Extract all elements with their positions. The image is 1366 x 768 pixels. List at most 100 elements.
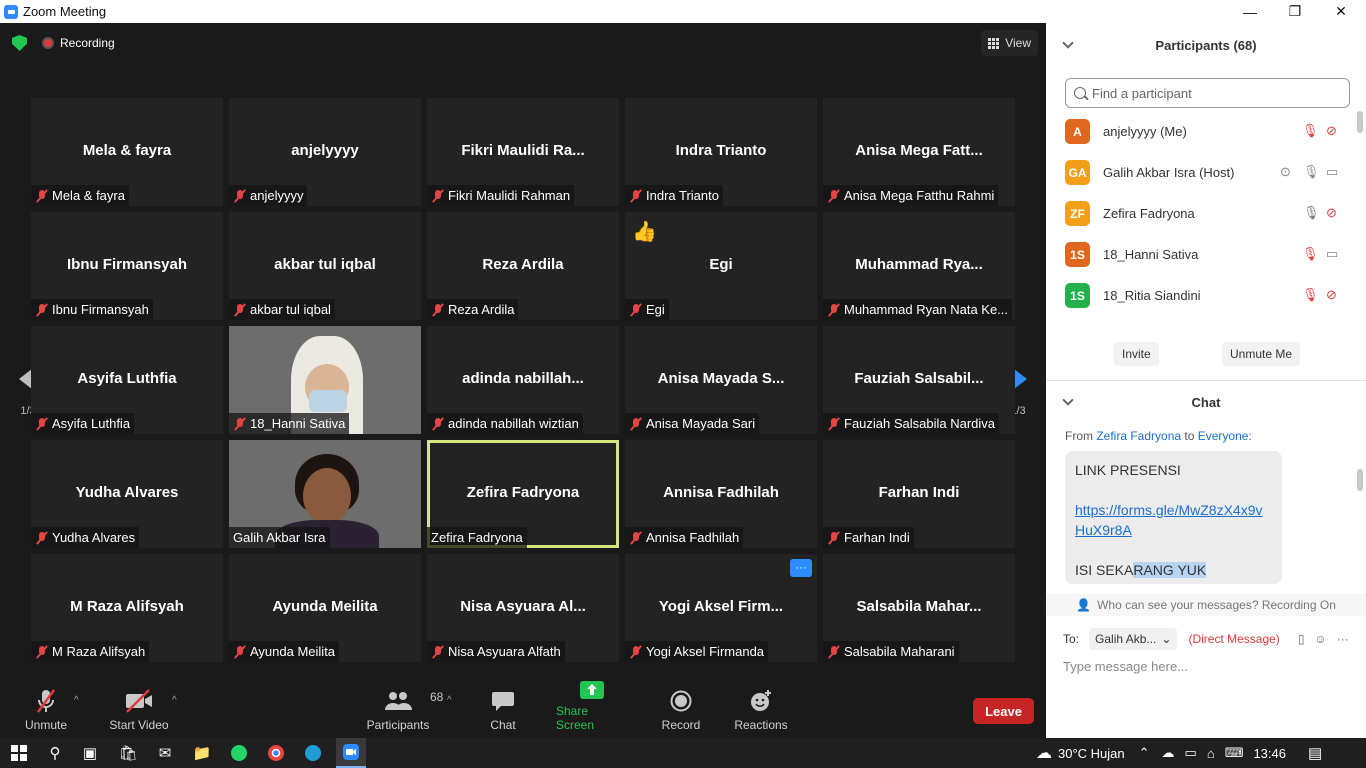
- unmute-me-button[interactable]: Unmute Me: [1222, 342, 1301, 366]
- file-icon[interactable]: ▯: [1298, 632, 1305, 646]
- file-explorer-icon[interactable]: 📁: [192, 743, 212, 763]
- participant-tile[interactable]: Mela & fayra Mela & fayra: [31, 98, 223, 206]
- participant-tile[interactable]: adinda nabillah... adinda nabillah wiztia…: [427, 326, 619, 434]
- title-bar: Zoom Meeting — ❐ ✕: [0, 0, 1366, 23]
- collapse-chevron-icon[interactable]: [1062, 37, 1074, 49]
- participant-tile[interactable]: Fauziah Salsabil... Fauziah Salsabila Nar…: [823, 326, 1015, 434]
- participant-row[interactable]: A anjelyyyy (Me) 🎙 ⊘: [1046, 111, 1356, 152]
- video-options-caret[interactable]: ^: [172, 695, 177, 706]
- participant-row[interactable]: GA Galih Akbar Isra (Host) ⊙ 🎙 ▭: [1046, 152, 1356, 193]
- weather-text[interactable]: 30°C Hujan: [1058, 746, 1125, 761]
- tile-label: Mela & fayra: [31, 185, 129, 206]
- participant-tile[interactable]: ··· Yogi Aksel Firm... Yogi Aksel Firmanda: [625, 554, 817, 662]
- encryption-shield-icon[interactable]: [12, 35, 27, 51]
- tile-name: Fauziah Salsabil...: [854, 370, 984, 387]
- recipient-select[interactable]: Galih Akb... ⌄: [1089, 628, 1178, 650]
- tile-label-text: anjelyyyy: [250, 188, 304, 203]
- whatsapp-icon[interactable]: [229, 743, 249, 763]
- more-options-button[interactable]: ···: [790, 559, 812, 577]
- participant-row[interactable]: 1S 18_Hanni Sativa 🎙 ▭: [1046, 234, 1356, 275]
- participant-video-tile[interactable]: Galih Akbar Isra: [229, 440, 421, 548]
- tile-label: Ayunda Meilita: [229, 641, 340, 662]
- search-icon[interactable]: ⚲: [45, 743, 65, 763]
- chevron-up-icon[interactable]: ⌃: [1139, 745, 1150, 761]
- clock-time[interactable]: 13:46: [1253, 746, 1286, 761]
- tile-label-text: Anisa Mega Fatthu Rahmi: [844, 188, 995, 203]
- restore-button[interactable]: ❐: [1272, 0, 1318, 23]
- participant-tile[interactable]: Ayunda Meilita Ayunda Meilita: [229, 554, 421, 662]
- chrome-icon[interactable]: [266, 743, 286, 763]
- tile-label-text: Farhan Indi: [844, 530, 910, 545]
- edge-icon[interactable]: [303, 743, 323, 763]
- start-video-button[interactable]: Start Video: [109, 683, 169, 738]
- tile-name: Asyifa Luthfia: [77, 370, 177, 387]
- close-button[interactable]: ✕: [1318, 0, 1364, 23]
- emoji-icon[interactable]: ☺: [1314, 632, 1326, 646]
- participant-tile[interactable]: Fikri Maulidi Ra... Fikri Maulidi Rahman: [427, 98, 619, 206]
- participant-tile[interactable]: 👍 Egi Egi: [625, 212, 817, 320]
- recipient-name: Everyone:: [1197, 429, 1252, 443]
- participant-tile[interactable]: Annisa Fadhilah Annisa Fadhilah: [625, 440, 817, 548]
- participant-tile[interactable]: Reza Ardila Reza Ardila: [427, 212, 619, 320]
- windows-start-icon[interactable]: [9, 743, 29, 763]
- tile-label-text: Mela & fayra: [52, 188, 125, 203]
- mic-muted-icon: [827, 645, 841, 659]
- video-icon: ▭: [1326, 164, 1339, 179]
- mail-icon[interactable]: ✉: [155, 743, 175, 763]
- participant-tile[interactable]: akbar tul iqbal akbar tul iqbal: [229, 212, 421, 320]
- notification-icon[interactable]: ▤: [1308, 744, 1322, 762]
- zoom-taskbar-icon[interactable]: [336, 738, 366, 768]
- minimize-button[interactable]: —: [1227, 0, 1273, 23]
- record-button[interactable]: Record: [660, 683, 702, 738]
- who-can-see-notice[interactable]: 👤 Who can see your messages? Recording O…: [1046, 594, 1366, 616]
- participants-options-caret[interactable]: ^: [447, 695, 452, 706]
- invite-button[interactable]: Invite: [1114, 342, 1159, 366]
- leave-button[interactable]: Leave: [973, 698, 1034, 724]
- participant-tile[interactable]: Salsabila Mahar... Salsabila Maharani: [823, 554, 1015, 662]
- message-line-3-start: ISI SEKA: [1075, 562, 1134, 578]
- cloud-icon[interactable]: ☁: [1162, 745, 1175, 761]
- unmute-button[interactable]: Unmute: [24, 683, 68, 738]
- collapse-chevron-icon[interactable]: [1062, 394, 1074, 406]
- tile-name: Indra Trianto: [675, 142, 767, 159]
- keyboard-icon[interactable]: ⌨: [1225, 745, 1244, 761]
- audio-options-caret[interactable]: ^: [74, 695, 79, 706]
- participant-tile[interactable]: M Raza Alifsyah M Raza Alifsyah: [31, 554, 223, 662]
- tile-label: Fauziah Salsabila Nardiva: [823, 413, 1000, 434]
- participant-tile[interactable]: Asyifa Luthfia Asyifa Luthfia: [31, 326, 223, 434]
- participant-tile[interactable]: Anisa Mega Fatt... Anisa Mega Fatthu Rahm…: [823, 98, 1015, 206]
- more-icon[interactable]: ···: [1337, 632, 1349, 646]
- participants-button[interactable]: 68 Participants: [367, 683, 444, 738]
- participant-row[interactable]: 1S 18_Ritia Siandini 🎙 ⊘: [1046, 275, 1356, 316]
- tile-label: Egi: [625, 299, 669, 320]
- active-speaker-tile[interactable]: Zefira Fadryona Zefira Fadryona: [427, 440, 619, 548]
- chat-button[interactable]: Chat: [489, 683, 517, 738]
- share-screen-button[interactable]: Share Screen: [556, 681, 628, 738]
- participant-tile[interactable]: anjelyyyy anjelyyyy: [229, 98, 421, 206]
- tile-label-text: Muhammad Ryan Nata Ke...: [844, 302, 1009, 317]
- message-link[interactable]: https://forms.gle/MwZ8zX4x9vHuX9r8A: [1075, 502, 1263, 538]
- mic-icon: 🎙: [1303, 164, 1320, 179]
- participant-tile[interactable]: Yudha Alvares Yudha Alvares: [31, 440, 223, 548]
- participant-tile[interactable]: Anisa Mayada S... Anisa Mayada Sari: [625, 326, 817, 434]
- chat-scrollbar[interactable]: [1357, 469, 1363, 491]
- battery-icon[interactable]: ▭: [1185, 745, 1197, 761]
- participant-tile[interactable]: Nisa Asyuara Al... Nisa Asyuara Alfath: [427, 554, 619, 662]
- message-input[interactable]: Type message here...: [1063, 659, 1188, 674]
- participant-search-input[interactable]: Find a participant: [1065, 78, 1350, 108]
- view-button[interactable]: View: [981, 30, 1038, 56]
- participant-tile[interactable]: Muhammad Rya... Muhammad Ryan Nata Ke...: [823, 212, 1015, 320]
- participant-row[interactable]: ZF Zefira Fadryona 🎙 ⊘: [1046, 193, 1356, 234]
- participant-tile[interactable]: Farhan Indi Farhan Indi: [823, 440, 1015, 548]
- reactions-button[interactable]: Reactions: [734, 683, 788, 738]
- participant-video-tile[interactable]: 18_Hanni Sativa: [229, 326, 421, 434]
- store-icon[interactable]: 🛍: [118, 743, 138, 763]
- task-view-icon[interactable]: ▣: [80, 743, 100, 763]
- participants-scrollbar[interactable]: [1357, 111, 1363, 133]
- sender-name[interactable]: Zefira Fadryona: [1096, 429, 1181, 443]
- tile-name: Ayunda Meilita: [272, 598, 378, 615]
- network-icon[interactable]: ⌂: [1207, 746, 1215, 761]
- mic-muted-icon: [35, 303, 49, 317]
- participant-tile[interactable]: Ibnu Firmansyah Ibnu Firmansyah: [31, 212, 223, 320]
- participant-tile[interactable]: Indra Trianto Indra Trianto: [625, 98, 817, 206]
